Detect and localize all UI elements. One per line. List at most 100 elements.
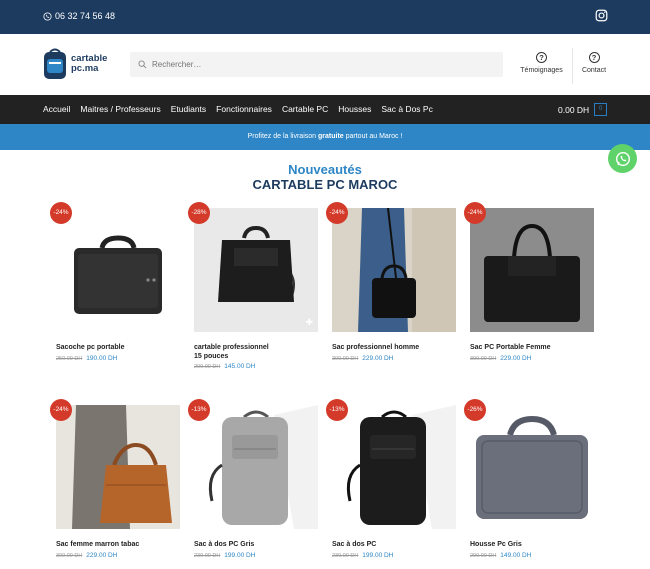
promo-text-after: partout au Maroc ! <box>345 133 403 140</box>
old-price: 200.00 DH <box>194 364 221 370</box>
product-name-line2[interactable]: 15 pouces <box>194 353 318 361</box>
discount-badge: -28% <box>188 202 210 224</box>
sale-price: 190.00 DH <box>86 355 118 362</box>
top-bar: 06 32 74 56 48 <box>0 0 650 34</box>
product-card[interactable]: -13% Sac à dos PC Gris 230.00 DH 199.00 D… <box>188 399 318 559</box>
sale-price: 199.00 DH <box>224 552 256 559</box>
header-divider <box>572 48 573 84</box>
product-card[interactable]: -24% Sac femme marron tabac 300.00 DH 229… <box>50 399 180 559</box>
main-navigation: Accueil Maitres / Professeurs Etudiants … <box>0 95 650 124</box>
cart-total: 0.00 DH <box>558 104 590 115</box>
nav-item-cartable-pc[interactable]: Cartable PC <box>282 104 328 114</box>
nav-item-fonctionnaires[interactable]: Fonctionnaires <box>216 104 272 114</box>
briefcase-image <box>194 208 318 332</box>
help-icon: ? <box>536 52 547 63</box>
sale-price: 199.00 DH <box>362 552 394 559</box>
sale-price: 229.00 DH <box>500 355 532 362</box>
promo-text-before: Profitez de la livraison <box>247 133 317 140</box>
product-name[interactable]: cartable professionnel <box>194 344 318 353</box>
testimonials-link[interactable]: ? Témoignages <box>519 52 564 74</box>
discount-badge: -13% <box>188 399 210 421</box>
cart-button[interactable]: 0.00 DH 0 <box>558 103 608 116</box>
grey-backpack-image <box>194 405 318 529</box>
nav-item-sac-a-dos[interactable]: Sac à Dos Pc <box>381 104 433 114</box>
promo-text-bold: gratuite <box>318 133 344 140</box>
discount-badge: -24% <box>50 399 72 421</box>
old-price: 300.00 DH <box>332 356 359 362</box>
nav-item-accueil[interactable]: Accueil <box>43 104 70 114</box>
product-card[interactable]: -26% Housse Pc Gris 200.00 DH 149.00 DH <box>464 399 594 559</box>
section-title: CARTABLE PC MAROC <box>252 177 398 192</box>
product-card[interactable]: -24% Sac PC Portable Femme 300.00 DH 229.… <box>464 202 594 362</box>
old-price: 230.00 DH <box>194 553 221 559</box>
product-name[interactable]: Sac à dos PC <box>332 541 456 550</box>
brown-handbag-image <box>56 405 180 529</box>
product-image[interactable] <box>56 405 180 529</box>
women-laptop-bag-image <box>470 208 594 332</box>
old-price: 250.00 DH <box>56 356 83 362</box>
sale-price: 149.00 DH <box>500 552 532 559</box>
site-header: cartable pc.ma ? Témoignages ? Contact <box>0 34 650 95</box>
sale-price: 145.00 DH <box>224 363 256 370</box>
product-image[interactable] <box>332 405 456 529</box>
product-price: 200.00 DH 149.00 DH <box>470 552 594 559</box>
contact-label: Contact <box>581 67 607 74</box>
zoom-icon[interactable]: ✚ <box>305 317 313 328</box>
sale-price: 229.00 DH <box>86 552 118 559</box>
product-image[interactable] <box>194 405 318 529</box>
site-logo[interactable]: cartable pc.ma <box>42 47 112 81</box>
old-price: 230.00 DH <box>332 553 359 559</box>
product-card[interactable]: -24% Sac professionnel homme 300.00 DH 22… <box>326 202 456 362</box>
product-card[interactable]: -24% Sacoche pc portable 250.00 DH 190.00… <box>50 202 180 362</box>
promo-banner: Profitez de la livraison gratuite partou… <box>0 124 650 150</box>
laptop-sleeve-image <box>470 405 594 529</box>
black-backpack-image <box>332 405 456 529</box>
cart-count-icon: 0 <box>594 103 608 116</box>
product-name[interactable]: Sac professionnel homme <box>332 344 456 353</box>
old-price: 300.00 DH <box>470 356 497 362</box>
contact-link[interactable]: ? Contact <box>578 52 610 74</box>
product-price: 300.00 DH 229.00 DH <box>470 355 594 362</box>
help-icon: ? <box>588 52 600 63</box>
nav-item-housses[interactable]: Housses <box>338 104 371 114</box>
product-image[interactable] <box>470 208 594 332</box>
product-card[interactable]: ✚ -28% cartable professionnel 15 pouces … <box>188 202 318 370</box>
product-image[interactable] <box>332 208 456 332</box>
product-name[interactable]: Sac à dos PC Gris <box>194 541 318 550</box>
discount-badge: -24% <box>326 202 348 224</box>
old-price: 300.00 DH <box>56 553 83 559</box>
section-kicker: Nouveautés <box>288 162 362 177</box>
laptop-bag-image <box>56 208 180 332</box>
testimonials-label: Témoignages <box>520 67 563 74</box>
product-image[interactable] <box>56 208 180 332</box>
product-name[interactable]: Sac PC Portable Femme <box>470 344 594 353</box>
product-card[interactable]: -13% Sac à dos PC 230.00 DH 199.00 DH <box>326 399 456 559</box>
discount-badge: -26% <box>464 399 486 421</box>
man-with-bag-image <box>332 208 456 332</box>
search-icon <box>138 60 147 69</box>
search-box[interactable] <box>130 52 503 77</box>
product-price: 250.00 DH 190.00 DH <box>56 355 180 362</box>
product-image[interactable]: ✚ <box>194 208 318 332</box>
phone-contact[interactable]: 06 32 74 56 48 <box>43 11 115 21</box>
discount-badge: -24% <box>50 202 72 224</box>
product-image[interactable] <box>470 405 594 529</box>
product-price: 300.00 DH 229.00 DH <box>332 355 456 362</box>
logo-text: cartable pc.ma <box>71 54 107 74</box>
search-input[interactable] <box>152 60 452 69</box>
whatsapp-icon <box>43 11 52 21</box>
product-price: 300.00 DH 229.00 DH <box>56 552 180 559</box>
nav-item-etudiants[interactable]: Etudiants <box>171 104 206 114</box>
product-name[interactable]: Housse Pc Gris <box>470 541 594 550</box>
discount-badge: -13% <box>326 399 348 421</box>
discount-badge: -24% <box>464 202 486 224</box>
product-name[interactable]: Sacoche pc portable <box>56 344 180 353</box>
old-price: 200.00 DH <box>470 553 497 559</box>
nav-item-maitres[interactable]: Maitres / Professeurs <box>80 104 160 114</box>
product-name[interactable]: Sac femme marron tabac <box>56 541 180 550</box>
product-price: 230.00 DH 199.00 DH <box>332 552 456 559</box>
instagram-icon[interactable] <box>595 9 608 22</box>
product-price: 200.00 DH 145.00 DH <box>194 363 318 370</box>
sale-price: 229.00 DH <box>362 355 394 362</box>
phone-number: 06 32 74 56 48 <box>55 11 116 21</box>
